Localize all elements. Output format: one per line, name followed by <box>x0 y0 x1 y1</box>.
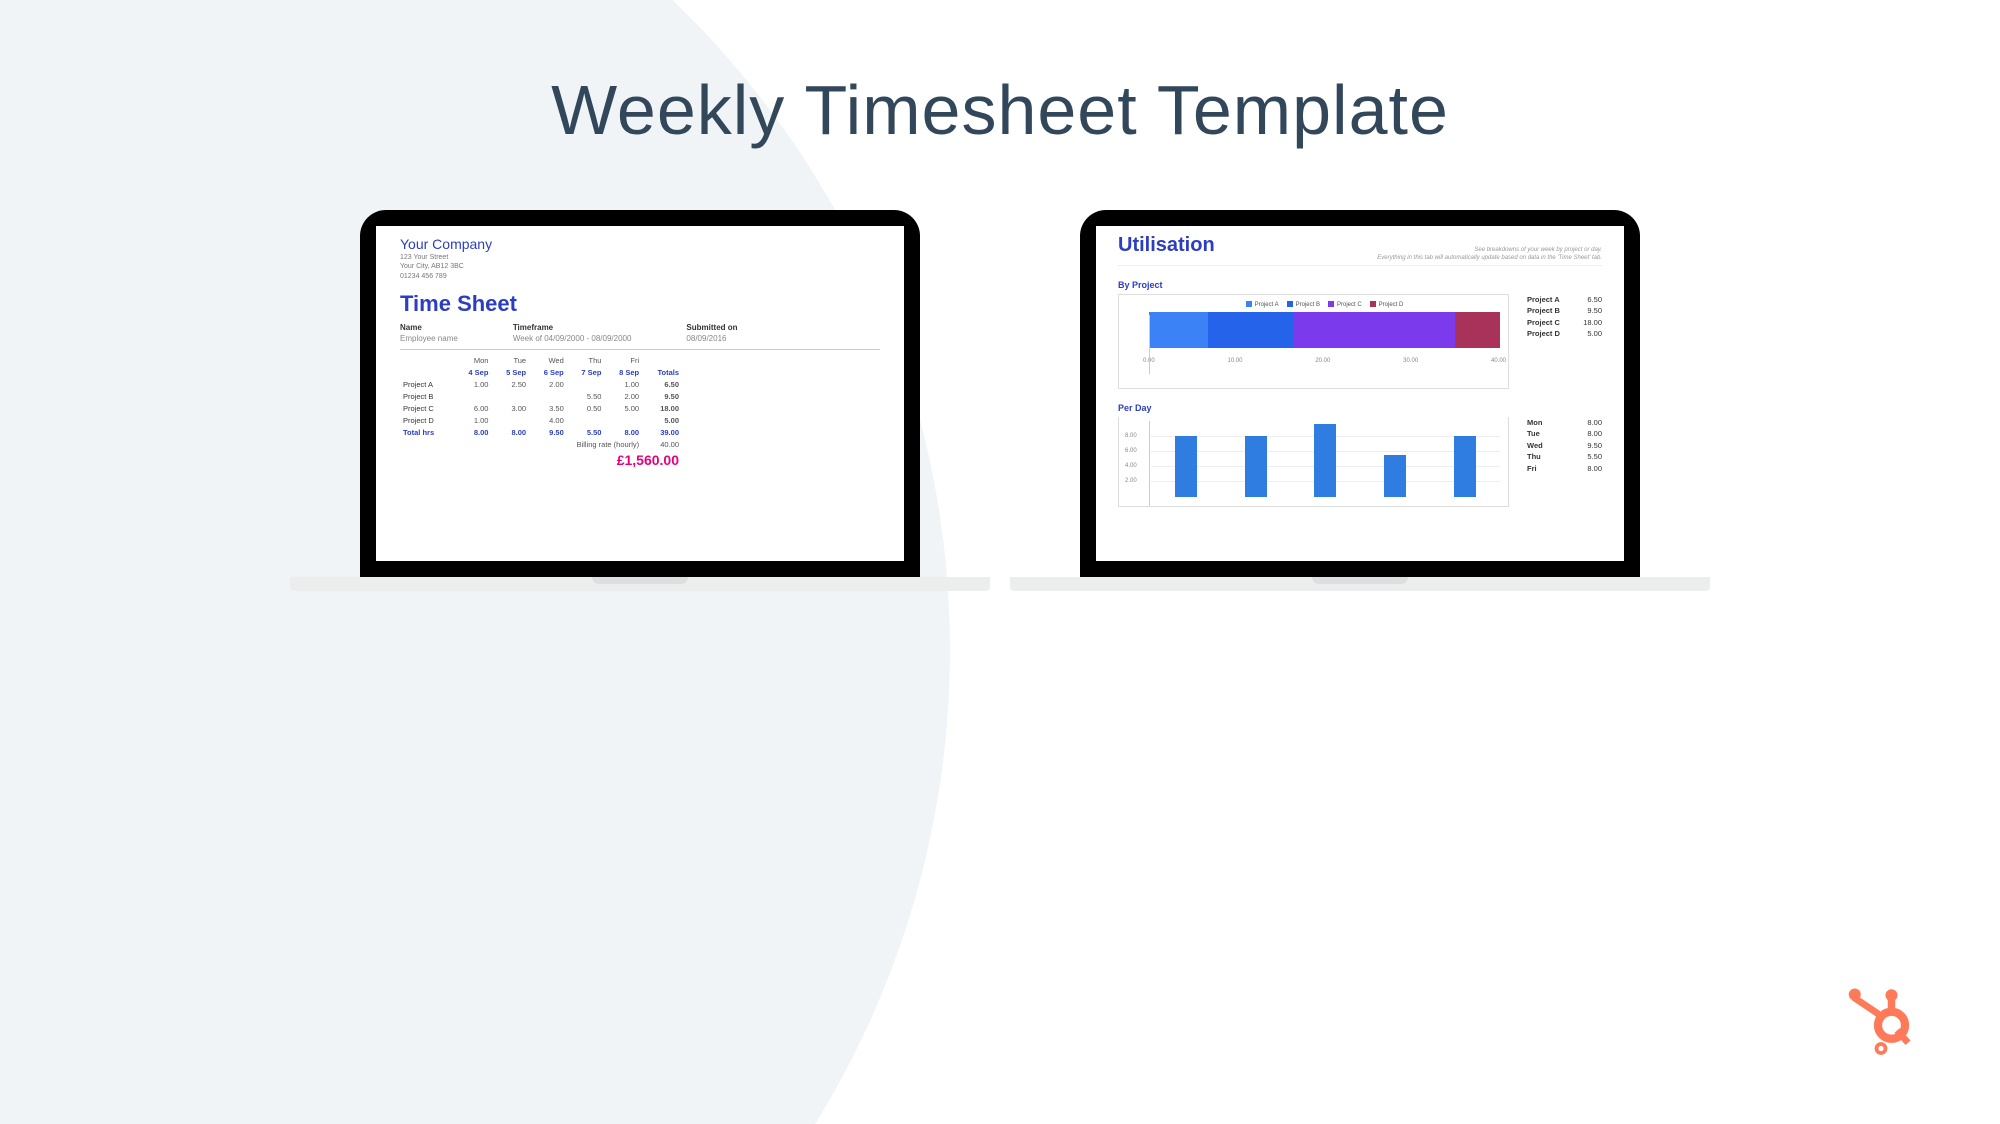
meta-submitted-label: Submitted on <box>686 323 737 332</box>
table-row: Project A1.002.502.001.006.50 <box>400 378 682 390</box>
meta-name-label: Name <box>400 323 458 332</box>
billing-rate-value: 40.00 <box>642 438 682 450</box>
utilisation-note: See breakdowns of your week by project o… <box>1377 247 1602 263</box>
utilisation-heading: Utilisation <box>1118 234 1215 257</box>
by-project-values: Project A6.50Project B9.50Project C18.00… <box>1527 294 1602 389</box>
total-amount: £1,560.00 <box>400 450 682 469</box>
billing-rate-label: Billing rate (hourly) <box>400 438 642 450</box>
per-day-chart: 8.006.004.002.00 <box>1118 417 1509 507</box>
addr-phone: 01234 456 789 <box>400 272 880 281</box>
by-project-chart: Project A Project B Project C Project D … <box>1118 294 1509 389</box>
table-row: Project D1.004.005.00 <box>400 414 682 426</box>
meta-name-value: Employee name <box>400 334 458 343</box>
per-day-values: Mon8.00Tue8.00Wed9.50Thu5.50Fri8.00 <box>1527 417 1602 507</box>
hubspot-logo-icon <box>1845 984 1920 1064</box>
divider <box>400 349 880 350</box>
company-name: Your Company <box>400 236 880 252</box>
timesheet-heading: Time Sheet <box>400 291 880 317</box>
meta-timeframe-label: Timeframe <box>513 323 632 332</box>
table-row: Project B5.502.009.50 <box>400 390 682 402</box>
laptop-left: Your Company 123 Your Street Your City, … <box>360 210 920 591</box>
table-row: Project C6.003.003.500.505.0018.00 <box>400 402 682 414</box>
meta-timeframe-value: Week of 04/09/2000 - 08/09/2000 <box>513 334 632 343</box>
laptop-base <box>290 577 990 591</box>
addr-line2: Your City, AB12 3BC <box>400 262 880 271</box>
meta-submitted-value: 08/09/2016 <box>686 334 726 343</box>
per-day-label: Per Day <box>1118 403 1602 413</box>
company-address: 123 Your Street Your City, AB12 3BC 0123… <box>400 253 880 281</box>
timesheet-table: MonTueWedThuFri 4 Sep5 Sep6 Sep7 Sep8 Se… <box>400 354 682 469</box>
by-project-label: By Project <box>1118 280 1602 290</box>
addr-line1: 123 Your Street <box>400 253 880 262</box>
laptop-base <box>1010 577 1710 591</box>
page-title: Weekly Timesheet Template <box>0 0 2000 150</box>
laptop-right: Utilisation See breakdowns of your week … <box>1080 210 1640 591</box>
